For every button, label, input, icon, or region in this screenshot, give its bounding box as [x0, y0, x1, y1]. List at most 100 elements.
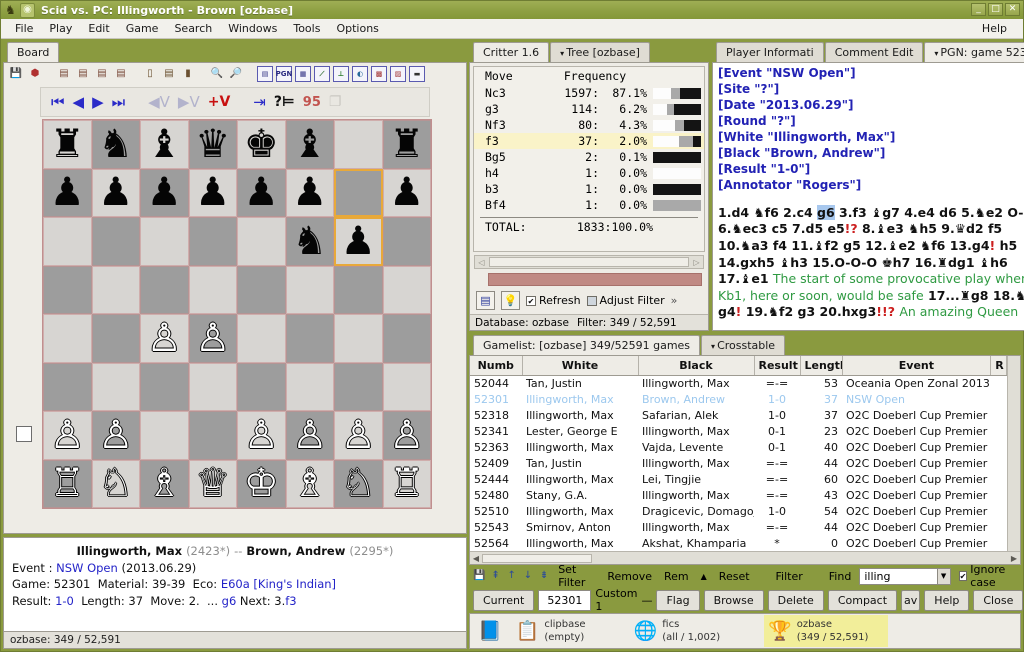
table-row[interactable]: 52301 Illingworth, Max Brown, Andrew 1-0 37 N…: [470, 392, 1007, 408]
board-square-d6[interactable]: [188, 217, 237, 266]
column-header-rating[interactable]: R: [990, 356, 1008, 376]
board-square-c6[interactable]: [140, 217, 189, 266]
piece-P-g2[interactable]: ♙: [341, 416, 376, 455]
board-square-a1[interactable]: ♖: [43, 459, 92, 508]
tree-refresh-checkbox[interactable]: ✔ Refresh: [526, 294, 581, 307]
first-move-icon[interactable]: ⏮: [51, 94, 65, 110]
piece-n-b8[interactable]: ♞: [98, 125, 133, 164]
help-button[interactable]: Help: [924, 589, 970, 611]
gamelist-horizontal-scrollbar[interactable]: ◀ ▶: [470, 551, 1020, 564]
book-icon[interactable]: ◐: [352, 66, 368, 82]
board-square-g2[interactable]: ♙: [334, 411, 383, 460]
database-item-base[interactable]: 📘: [474, 615, 512, 647]
add-variation-icon[interactable]: +V: [208, 95, 231, 109]
table-row[interactable]: 52510 Illingworth, Max Dragicevic, Domagoj…: [470, 503, 1007, 519]
menu-tools[interactable]: Tools: [285, 20, 328, 37]
tree-overflow-icon[interactable]: »: [671, 294, 678, 307]
board-square-b1[interactable]: ♘: [91, 459, 140, 508]
board-flip-1-icon[interactable]: ▤: [56, 66, 72, 82]
board-square-f7[interactable]: ♟: [285, 168, 334, 217]
piece-b-f8[interactable]: ♝: [292, 125, 327, 164]
find-board-icon[interactable]: 🔎: [228, 66, 244, 82]
crosstable-icon[interactable]: ▦: [295, 66, 311, 82]
board-square-h6[interactable]: [382, 217, 431, 266]
board-square-g3[interactable]: [334, 362, 383, 411]
autoplay-icon[interactable]: ⇥: [253, 94, 266, 110]
pgn-move-line-6[interactable]: g4! 19.♞f2 g3 20.hxg3!!? An amazing Quee…: [718, 304, 1024, 321]
browse-button[interactable]: Browse: [703, 589, 764, 611]
board-flip-3-icon[interactable]: ▤: [94, 66, 110, 82]
eco-value[interactable]: E60a [King's Indian]: [221, 577, 336, 591]
tree-icon[interactable]: ⊥: [333, 66, 349, 82]
piece-p-e7[interactable]: ♟: [244, 173, 279, 212]
board-square-g1[interactable]: ♘: [334, 459, 383, 508]
board-square-a6[interactable]: [43, 217, 92, 266]
menu-game[interactable]: Game: [118, 20, 167, 37]
tree-list-icon[interactable]: ▤: [476, 291, 495, 310]
board-square-g4[interactable]: [334, 314, 383, 363]
tab-critter-engine[interactable]: Critter 1.6: [473, 42, 550, 62]
board-square-f4[interactable]: [285, 314, 334, 363]
tab-tree[interactable]: ▾ Tree [ozbase]: [550, 42, 650, 62]
annotate-icon[interactable]: 95: [303, 96, 321, 109]
pgn-comment[interactable]: Kb1, here or soon, would be safe: [718, 288, 924, 303]
side-to-move-indicator[interactable]: [16, 426, 32, 442]
pgn-comment[interactable]: The start of some provocative play when: [773, 271, 1024, 286]
sort-desc-icon[interactable]: ↓: [522, 568, 534, 584]
board-square-b2[interactable]: ♙: [91, 411, 140, 460]
sort-up-icon[interactable]: ⇞: [489, 568, 501, 584]
sort-down-icon[interactable]: ⇟: [538, 568, 550, 584]
custom1-label[interactable]: Custom 1: [595, 587, 637, 613]
table-row[interactable]: 52341 Lester, George E Illingworth, Max 0-1…: [470, 424, 1007, 440]
board-square-e1[interactable]: ♔: [237, 459, 286, 508]
piece-p-g6[interactable]: ♟: [341, 222, 376, 261]
chess-board[interactable]: ♜ ♞ ♝ ♛ ♚ ♝ ♜ ♟ ♟ ♟ ♟ ♟ ♟ ♟ ♞ ♟ ♙ ♙ ♙ ♙ ♙ ♙ ♙ ♙ ♖ ♘ ♗ ♕ ♔ ♗ ♘ ♖: [42, 119, 432, 509]
board-square-b6[interactable]: [91, 217, 140, 266]
piece-P-e2[interactable]: ♙: [244, 416, 279, 455]
pgn-icon[interactable]: PGN: [276, 66, 292, 82]
tree-row-g3[interactable]: g3 114: 6.2%: [474, 101, 704, 117]
menu-help[interactable]: Help: [974, 20, 1015, 37]
board-square-c2[interactable]: [140, 411, 189, 460]
maximize-button[interactable]: □: [988, 3, 1003, 16]
pgn-move-line-0[interactable]: 1.d4 ♞f6 2.c4 g6 3.f3 ♝g7 4.e4 d6 5.♞e2 …: [718, 204, 1024, 222]
board-square-h2[interactable]: ♙: [382, 411, 431, 460]
rem-caret-icon[interactable]: ▲: [697, 572, 711, 581]
piece-k-e8[interactable]: ♚: [244, 125, 279, 164]
board-square-b5[interactable]: [91, 265, 140, 314]
tab-player-information[interactable]: Player Informati: [716, 42, 824, 62]
board-square-c8[interactable]: ♝: [140, 120, 189, 169]
piece-P-d4[interactable]: ♙: [195, 319, 230, 358]
board-square-d7[interactable]: ♟: [188, 168, 237, 217]
next-san[interactable]: f3: [285, 594, 296, 608]
piece-N-g1[interactable]: ♘: [341, 464, 376, 503]
pgn-text-view[interactable]: [Event "NSW Open"] [Site "?"] [Date "2013.…: [712, 62, 1024, 331]
piece-Q-d1[interactable]: ♕: [195, 464, 230, 503]
scroll-left-icon[interactable]: ◀: [470, 554, 482, 563]
board-square-d5[interactable]: [188, 265, 237, 314]
menu-file[interactable]: File: [7, 20, 41, 37]
board-square-f3[interactable]: [285, 362, 334, 411]
menu-edit[interactable]: Edit: [80, 20, 117, 37]
find-icon[interactable]: 🔍: [209, 66, 225, 82]
save-filter-icon[interactable]: 💾: [473, 568, 485, 584]
piece-R-h1[interactable]: ♖: [389, 464, 424, 503]
board-square-a7[interactable]: ♟: [43, 168, 92, 217]
board-square-a4[interactable]: [43, 314, 92, 363]
piece-P-f2[interactable]: ♙: [292, 416, 327, 455]
piece-p-b7[interactable]: ♟: [98, 173, 133, 212]
board-square-h4[interactable]: [382, 314, 431, 363]
chevron-down-icon[interactable]: ▼: [936, 568, 950, 584]
table-row[interactable]: 52044 Tan, Justin Illingworth, Max =-= 53 Oce…: [470, 376, 1007, 392]
board-square-h8[interactable]: ♜: [382, 120, 431, 169]
custom-dash-icon[interactable]: —: [641, 594, 652, 607]
tree-row-b3[interactable]: b3 1: 0.0%: [474, 181, 704, 197]
set-filter-button[interactable]: Set Filter: [554, 563, 599, 589]
piece-P-b2[interactable]: ♙: [98, 416, 133, 455]
analysis-icon[interactable]: ⟋: [314, 66, 330, 82]
delete-button[interactable]: Delete: [767, 589, 824, 611]
board-square-f1[interactable]: ♗: [285, 459, 334, 508]
tree-scroll-thumb[interactable]: [489, 257, 689, 267]
piece-b-c8[interactable]: ♝: [147, 125, 182, 164]
pgn-nag[interactable]: !: [736, 304, 742, 319]
